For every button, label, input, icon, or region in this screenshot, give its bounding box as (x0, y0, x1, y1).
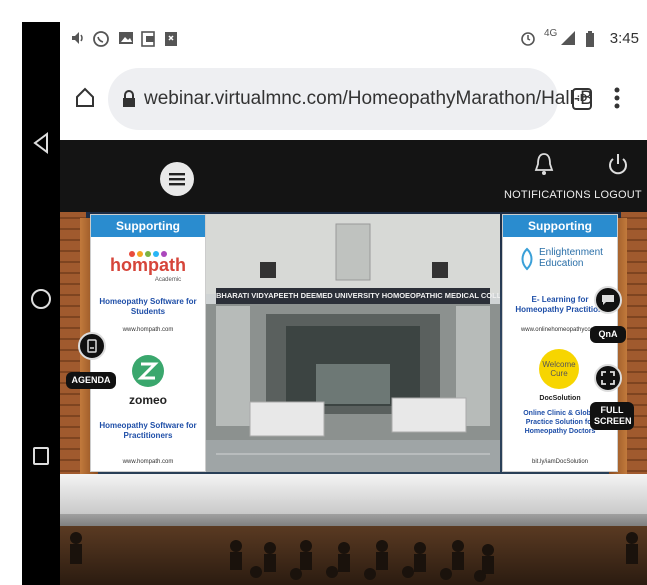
welcome-cure-brand: Welcome Cure (542, 360, 576, 378)
notifications-button[interactable]: NOTIFICATIONS (504, 152, 591, 201)
college-building-image (206, 214, 500, 472)
logout-button[interactable]: LOGOUT (590, 152, 646, 201)
hompath-desc: Homeopathy Software for Students (99, 297, 197, 316)
volume-icon (72, 32, 83, 44)
fullscreen-label[interactable]: FULL SCREEN (590, 402, 634, 430)
signal-icon (561, 31, 575, 45)
college-name-sign: BHARATI VIDYAPEETH DEEMED UNIVERSITY HOM… (216, 288, 500, 304)
menu-button[interactable] (160, 162, 194, 196)
browser-toolbar: webinar.virtualmnc.com/HomeopathyMaratho… (60, 60, 647, 140)
docsolution-url: bit.ly/iamDocSolution (531, 459, 589, 465)
bell-icon (534, 153, 554, 175)
power-icon (609, 154, 627, 175)
left-partner-banner: Supporting Partners hompath Academic Hom… (90, 214, 206, 472)
zomeo-brand: zomeo (128, 393, 167, 407)
lock-icon (123, 90, 135, 107)
android-nav-bar (22, 22, 60, 585)
chat-icon (602, 295, 614, 305)
qna-label[interactable]: QnA (590, 326, 626, 343)
home-icon[interactable] (74, 86, 96, 108)
zomeo-url: www.hompath.com (122, 459, 174, 465)
welcome-cure-logo: Welcome Cure (539, 349, 579, 389)
hompath-brand: hompath (110, 255, 186, 275)
home-nav-button[interactable] (22, 288, 60, 310)
audience-seats (60, 526, 647, 585)
phone-screen: 4G 3:45 webinar.virtualmnc.com/Homeopath… (0, 0, 647, 585)
app-topbar: NOTIFICATIONS LOGOUT (60, 140, 647, 212)
more-options-icon[interactable] (613, 86, 621, 110)
gallery-icon (119, 32, 133, 44)
recents-button[interactable] (22, 446, 60, 466)
fullscreen-button[interactable] (594, 364, 622, 392)
clock: 3:45 (609, 30, 639, 47)
status-bar: 4G 3:45 (60, 22, 647, 58)
qna-button[interactable] (594, 286, 622, 314)
hompath-url: www.hompath.com (122, 327, 174, 333)
whatsapp-icon (93, 31, 109, 47)
right-partner-banner: Supporting Partners Enlightenment Educat… (502, 214, 618, 472)
banner-header: Supporting Partners (503, 215, 617, 255)
file-icon (165, 32, 177, 46)
alarm-icon (521, 32, 535, 46)
zomeo-desc: Homeopathy Software for Practitioners (99, 421, 197, 440)
agenda-button[interactable] (78, 332, 106, 360)
docsolution-name: DocSolution (539, 395, 581, 402)
banner-header: Supporting Partners (91, 215, 205, 255)
home-circle-icon (31, 289, 51, 309)
url-text: webinar.virtualmnc.com/HomeopathyMaratho… (144, 88, 593, 109)
back-button[interactable] (22, 132, 60, 154)
agenda-label[interactable]: AGENDA (66, 372, 116, 389)
agenda-icon (87, 339, 97, 353)
battery-icon (586, 31, 594, 47)
auditorium-scene: Supporting Partners hompath Academic Hom… (60, 212, 647, 585)
notification-icon (141, 31, 155, 47)
stage-platform (60, 474, 647, 514)
tab-switcher-button[interactable]: :D (572, 88, 592, 110)
logout-label: LOGOUT (594, 189, 642, 201)
stage-screen: BHARATI VIDYAPEETH DEEMED UNIVERSITY HOM… (206, 214, 500, 472)
hompath-sub: Academic (154, 277, 182, 283)
recents-icon (33, 447, 49, 465)
webinar-app: NOTIFICATIONS LOGOUT Supporting Partners… (60, 140, 647, 585)
address-bar[interactable]: webinar.virtualmnc.com/HomeopathyMaratho… (108, 68, 593, 130)
network-type: 4G (544, 28, 558, 39)
enlightenment-logo (521, 247, 533, 271)
notifications-label: NOTIFICATIONS (504, 189, 591, 201)
back-icon (33, 132, 48, 154)
fullscreen-icon (601, 371, 615, 385)
hamburger-icon (169, 173, 185, 186)
